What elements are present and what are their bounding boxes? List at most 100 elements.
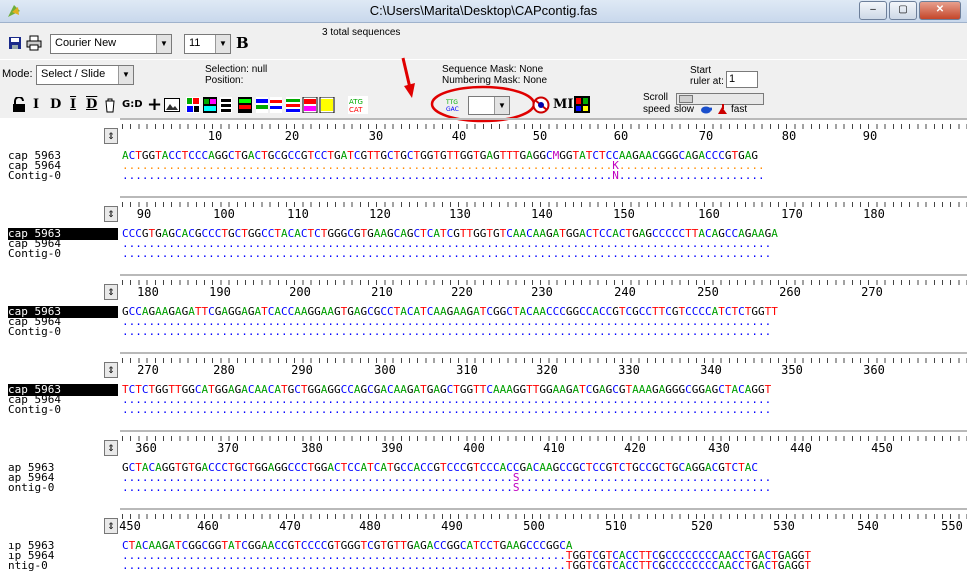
lock-icon[interactable] — [12, 97, 26, 113]
shade-icons[interactable] — [286, 97, 346, 113]
ruler-number: 540 — [857, 519, 879, 533]
block-divider[interactable] — [0, 118, 967, 120]
insert-icon[interactable]: I — [33, 97, 39, 113]
maximize-button[interactable]: ▢ — [889, 1, 917, 20]
print-icon[interactable] — [26, 35, 42, 51]
ruler-number: 530 — [773, 519, 795, 533]
svg-text:ATG: ATG — [349, 98, 363, 106]
ruler-number: 30 — [368, 129, 384, 143]
title-bar: C:\Users\Marita\Desktop\CAPcontig.fas – … — [0, 0, 967, 23]
ruler-number: 290 — [291, 363, 313, 377]
turtle-icon — [701, 106, 712, 114]
ruler-number: 340 — [700, 363, 722, 377]
insert-column-icon[interactable]: I — [70, 97, 76, 113]
ruler-toggle-button[interactable]: ⇕ — [104, 440, 118, 456]
fast-label: fast — [731, 104, 748, 115]
bucket-icon[interactable] — [104, 97, 116, 113]
sequence-row[interactable]: ........................................… — [122, 482, 967, 494]
block-divider[interactable] — [0, 196, 967, 198]
start-ruler-input[interactable]: 1 — [726, 71, 758, 88]
ruler-number: 120 — [369, 207, 391, 221]
bold-button[interactable]: B — [236, 34, 249, 52]
slow-label: slow — [674, 104, 695, 115]
sequence-block: ⇕ cap 5963 cap 5964 Contig-0 10 20 30 40 50 60 70 8… — [0, 118, 967, 196]
ruler-number: 270 — [861, 285, 883, 299]
block-divider[interactable] — [0, 508, 967, 510]
font-value: Courier New — [55, 37, 117, 49]
image-icon[interactable] — [164, 98, 180, 112]
ruler-number: 370 — [217, 441, 239, 455]
sequence-row[interactable]: ........................................… — [122, 248, 967, 260]
grid-icon[interactable] — [574, 96, 590, 113]
ruler-toggle-button[interactable]: ⇕ — [104, 206, 118, 222]
sequence-name[interactable]: ntig-0 — [8, 560, 118, 572]
crosshair-icon[interactable]: + — [147, 96, 162, 114]
ruler-number: 210 — [371, 285, 393, 299]
sequence-name[interactable]: Contig-0 — [8, 326, 118, 338]
scroll-speed-label: speed — [643, 104, 671, 115]
mi-icon[interactable]: MI — [553, 97, 573, 113]
ruler-number: 330 — [618, 363, 640, 377]
block-divider[interactable] — [0, 352, 967, 354]
sequence-row[interactable]: ........................................… — [122, 560, 967, 572]
ruler: 180 190 200 210 220 230 240 250 260 270 — [122, 286, 967, 300]
sequence-names: ⇕ cap 5963 cap 5964 Contig-0 — [0, 196, 120, 274]
ruler-number: 480 — [359, 519, 381, 533]
ruler-number: 430 — [708, 441, 730, 455]
ruler-number: 70 — [698, 129, 714, 143]
ruler-number: 130 — [449, 207, 471, 221]
ruler-toggle-button[interactable]: ⇕ — [104, 362, 118, 378]
ruler-number: 160 — [698, 207, 720, 221]
gap-delete-icon[interactable]: G:D — [122, 97, 143, 113]
minimize-button[interactable]: – — [859, 1, 887, 20]
ruler-number: 10 — [207, 129, 223, 143]
sequence-block: ⇕ ıp 5963 ıp 5964 ntig-0 450 460 470 480 490 500 5… — [0, 508, 967, 586]
ruler-number: 220 — [451, 285, 473, 299]
ruler-number: 500 — [523, 519, 545, 533]
font-select[interactable]: Courier New ▼ — [50, 34, 172, 54]
ruler-number: 50 — [532, 129, 548, 143]
sequence-count: 3 total sequences — [322, 27, 401, 38]
scroll-label: Scroll — [643, 92, 669, 103]
ruler-toggle-button[interactable]: ⇕ — [104, 284, 118, 300]
sequence-name[interactable]: Contig-0 — [8, 170, 118, 182]
sequence-name[interactable]: Contig-0 — [8, 248, 118, 260]
selection-text: Selection: null — [205, 64, 268, 75]
format-toolbar: Courier New ▼ 11 ▼ B 3 total sequences — [0, 23, 967, 59]
ruler-number: 460 — [197, 519, 219, 533]
no-symbol-icon[interactable] — [532, 96, 550, 114]
slider-thumb[interactable] — [679, 95, 693, 103]
ruler-toggle-button[interactable]: ⇕ — [104, 128, 118, 144]
ruler-number: 80 — [781, 129, 797, 143]
ruler-toggle-button[interactable]: ⇕ — [104, 518, 118, 534]
mode-select[interactable]: Select / Slide ▼ — [36, 65, 134, 85]
sequence-row[interactable]: ........................................… — [122, 170, 967, 182]
ruler-number: 450 — [119, 519, 141, 533]
ruler-number: 240 — [614, 285, 636, 299]
sequence-block: ⇕ cap 5963 cap 5964 Contig-0 270 280 290 300 310… — [0, 352, 967, 430]
sequence-name[interactable]: ontig-0 — [8, 482, 118, 494]
ruler-number: 170 — [781, 207, 803, 221]
close-button[interactable]: ✕ — [919, 1, 961, 20]
sequence-name[interactable]: Contig-0 — [8, 404, 118, 416]
ruler-number: 470 — [279, 519, 301, 533]
ruler-number: 270 — [137, 363, 159, 377]
delete-icon[interactable]: D — [50, 97, 61, 113]
chevron-down-icon: ▼ — [215, 35, 230, 53]
ruler-number: 280 — [213, 363, 235, 377]
sequence-names: ⇕ cap 5963 cap 5964 Contig-0 — [0, 352, 120, 430]
ruler-number: 150 — [613, 207, 635, 221]
ruler-number: 310 — [456, 363, 478, 377]
save-icon[interactable] — [8, 36, 22, 50]
translate-icon[interactable]: ATGCAT — [348, 96, 368, 114]
size-select[interactable]: 11 ▼ — [184, 34, 231, 54]
sequence-row[interactable]: ........................................… — [122, 404, 967, 416]
delete-column-icon[interactable]: D — [86, 97, 97, 113]
sequence-row[interactable]: ........................................… — [122, 326, 967, 338]
block-divider[interactable] — [0, 430, 967, 432]
block-divider[interactable] — [0, 274, 967, 276]
mode-label: Mode: — [2, 68, 33, 80]
position-text: Position: — [205, 75, 244, 86]
color-scheme-icons[interactable] — [186, 97, 282, 113]
ruler-number: 440 — [790, 441, 812, 455]
